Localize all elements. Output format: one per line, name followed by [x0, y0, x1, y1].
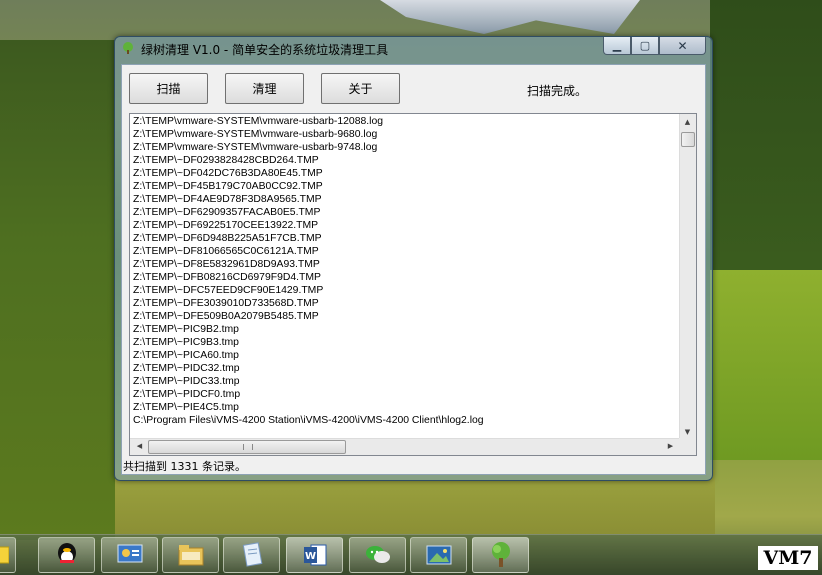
list-item[interactable]: C:\Program Files\iVMS-4200 Station\iVMS-… [133, 414, 681, 427]
scroll-left-icon[interactable]: ◀ [132, 442, 147, 450]
list-item[interactable]: Z:\TEMP\~DF62909357FACAB0E5.TMP [133, 206, 681, 219]
scroll-down-icon[interactable]: ▼ [680, 428, 695, 436]
scan-status: 扫描完成。 [527, 84, 588, 98]
list-item[interactable]: Z:\TEMP\~DF81066565C0C6121A.TMP [133, 245, 681, 258]
wechat-icon [365, 546, 390, 563]
tree-app-icon [123, 42, 133, 54]
list-item[interactable]: Z:\TEMP\~DF8E5832961D8D9A93.TMP [133, 258, 681, 271]
word-icon: W [303, 544, 326, 566]
close-icon: ✕ [677, 38, 688, 53]
photo-viewer-icon [426, 545, 451, 565]
app-window: 绿树清理 V1.0 - 简单安全的系统垃圾清理工具 ▁ ▢ ✕ 扫描 清理 关于… [114, 36, 713, 481]
list-item[interactable]: Z:\TEMP\vmware-SYSTEM\vmware-usbarb-9680… [133, 128, 681, 141]
taskbar-file-explorer[interactable] [162, 537, 219, 573]
list-item[interactable]: Z:\TEMP\~DFE3039010D733568D.TMP [133, 297, 681, 310]
results-lines: Z:\TEMP\vmware-SYSTEM\vmware-usbarb-1208… [133, 115, 681, 439]
list-item[interactable]: Z:\TEMP\~PIDC32.tmp [133, 362, 681, 375]
taskbar-control-panel[interactable] [101, 537, 158, 573]
taskbar: W [0, 534, 822, 575]
maximize-button[interactable]: ▢ [631, 37, 659, 55]
minimize-button[interactable]: ▁ [603, 37, 631, 55]
title-bar[interactable]: 绿树清理 V1.0 - 简单安全的系统垃圾清理工具 ▁ ▢ ✕ [115, 37, 712, 59]
background-forest-right [710, 0, 822, 280]
list-item[interactable]: Z:\TEMP\~DF042DC76B3DA80E45.TMP [133, 167, 681, 180]
green-tree-app-icon [491, 542, 510, 567]
scroll-up-icon[interactable]: ▲ [680, 118, 695, 126]
status-bar: 共扫描到 1331 条记录。 [123, 460, 246, 473]
list-item[interactable]: Z:\TEMP\~PIE4C5.tmp [133, 401, 681, 414]
client-area: 扫描 清理 关于 扫描完成。 Z:\TEMP\vmware-SYSTEM\vmw… [121, 64, 706, 475]
scrollbar-corner [679, 438, 696, 455]
control-panel-icon [117, 544, 142, 563]
list-item[interactable]: Z:\TEMP\~DF69225170CEE13922.TMP [133, 219, 681, 232]
close-button[interactable]: ✕ [659, 37, 706, 55]
list-item[interactable]: Z:\TEMP\~PIC9B3.tmp [133, 336, 681, 349]
list-item[interactable]: Z:\TEMP\~PICA60.tmp [133, 349, 681, 362]
vertical-scroll-thumb[interactable] [681, 132, 695, 147]
minimize-icon: ▁ [612, 39, 622, 52]
list-item[interactable]: Z:\TEMP\~DFB08216CD6979F9D4.TMP [133, 271, 681, 284]
results-list[interactable]: Z:\TEMP\vmware-SYSTEM\vmware-usbarb-1208… [129, 113, 697, 456]
background-meadow [710, 270, 822, 460]
svg-text:W: W [304, 551, 315, 562]
clean-button[interactable]: 清理 [225, 73, 304, 104]
maximize-icon: ▢ [639, 39, 651, 52]
list-item[interactable]: Z:\TEMP\~PIDC33.tmp [133, 375, 681, 388]
scroll-right-icon[interactable]: ▶ [663, 442, 678, 450]
window-controls: ▁ ▢ ✕ [603, 37, 706, 55]
horizontal-scrollbar[interactable]: ◀ ▶ [130, 438, 680, 455]
vertical-scrollbar[interactable]: ▲ ▼ [679, 114, 696, 438]
window-title: 绿树清理 V1.0 - 简单安全的系统垃圾清理工具 [141, 43, 389, 57]
taskbar-qq[interactable] [38, 537, 95, 573]
list-item[interactable]: Z:\TEMP\~PIC9B2.tmp [133, 323, 681, 336]
list-item[interactable]: Z:\TEMP\vmware-SYSTEM\vmware-usbarb-9748… [133, 141, 681, 154]
file-explorer-icon [178, 545, 203, 566]
list-item[interactable]: Z:\TEMP\~DFC57EED9CF90E1429.TMP [133, 284, 681, 297]
list-item[interactable]: Z:\TEMP\~DF0293828428CBD264.TMP [133, 154, 681, 167]
grip-icon [243, 444, 253, 450]
list-item[interactable]: Z:\TEMP\~DF6D948B225A51F7CB.TMP [133, 232, 681, 245]
list-item[interactable]: Z:\TEMP\~PIDCF0.tmp [133, 388, 681, 401]
taskbar-photo-viewer[interactable] [410, 537, 467, 573]
list-item[interactable]: Z:\TEMP\vmware-SYSTEM\vmware-usbarb-1208… [133, 115, 681, 128]
taskbar-word[interactable]: W [286, 537, 343, 573]
taskbar-notepad[interactable] [223, 537, 280, 573]
vm-badge: VM7 [758, 546, 818, 570]
background-forest-left [0, 40, 115, 540]
horizontal-scroll-thumb[interactable] [148, 440, 346, 454]
about-button[interactable]: 关于 [321, 73, 400, 104]
taskbar-sticky-notes[interactable] [0, 537, 16, 573]
taskbar-green-tree-app[interactable] [472, 537, 529, 573]
list-item[interactable]: Z:\TEMP\~DF4AE9D78F3D8A9565.TMP [133, 193, 681, 206]
background-snow-peak [380, 0, 640, 34]
list-item[interactable]: Z:\TEMP\~DF45B179C70AB0CC92.TMP [133, 180, 681, 193]
taskbar-wechat[interactable] [349, 537, 406, 573]
qq-icon [57, 543, 76, 563]
scan-button[interactable]: 扫描 [129, 73, 208, 104]
list-item[interactable]: Z:\TEMP\~DFE509B0A2079B5485.TMP [133, 310, 681, 323]
notepad-icon [242, 542, 262, 567]
sticky-notes-icon [0, 546, 9, 564]
